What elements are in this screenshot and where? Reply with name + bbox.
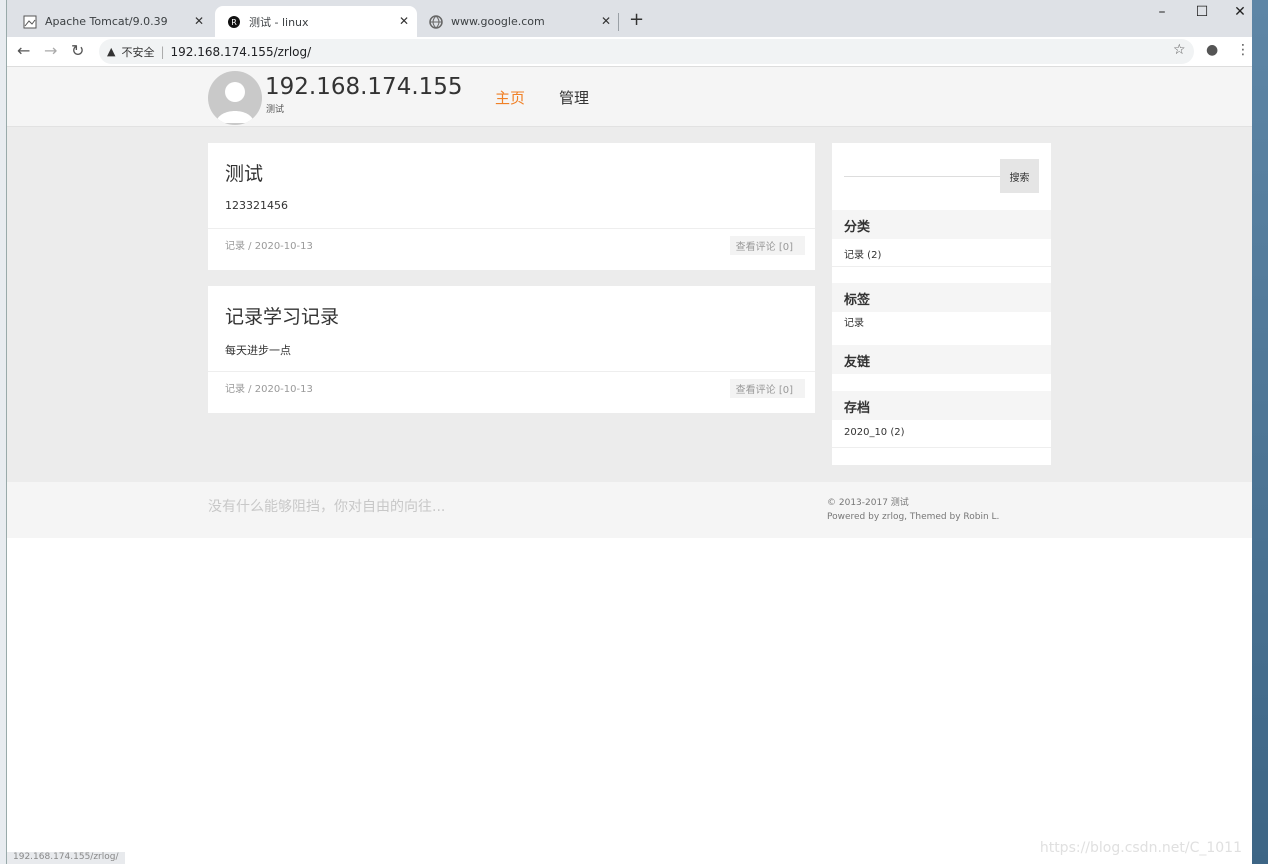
image-icon	[23, 15, 37, 28]
tab-active[interactable]: R 测试 - linux ✕	[215, 6, 417, 37]
search-button[interactable]: 搜索	[1000, 159, 1039, 193]
close-icon[interactable]: ✕	[194, 14, 204, 28]
background-window-edge	[0, 0, 7, 864]
post-footer: 记录 / 2020-10-13 查看评论 [0]	[208, 371, 815, 413]
menu-kebab-icon[interactable]: ⋮	[1236, 42, 1250, 58]
close-icon[interactable]: ✕	[399, 14, 409, 28]
desktop-background	[1252, 0, 1268, 864]
browser-window: Apache Tomcat/9.0.39 ✕ R 测试 - linux ✕ ww…	[7, 0, 1252, 864]
window-close-icon[interactable]: ✕	[1220, 4, 1252, 20]
powered-by-text[interactable]: Powered by zrlog, Themed by Robin L.	[827, 510, 999, 524]
bookmark-star-icon[interactable]: ☆	[1173, 42, 1186, 58]
reload-icon[interactable]: ↻	[71, 41, 84, 60]
tags-heading: 标签	[832, 283, 1051, 312]
globe-icon	[429, 14, 443, 29]
new-tab-icon[interactable]: +	[629, 9, 644, 30]
post-excerpt: 123321456	[225, 199, 288, 212]
site-footer: 没有什么能够阻挡，你对自由的向往... © 2013-2017 测试 Power…	[7, 482, 1252, 538]
back-icon[interactable]: ←	[17, 41, 30, 60]
web-page: 192.168.174.155 测试 主页 管理 测试 123321456 记录…	[7, 67, 1252, 864]
site-subtitle: 测试	[266, 105, 285, 115]
divider	[832, 266, 1051, 267]
search-input[interactable]	[844, 176, 1000, 177]
links-heading: 友链	[832, 345, 1051, 374]
tab-title: www.google.com	[451, 15, 545, 28]
category-item[interactable]: 记录 (2)	[844, 246, 881, 261]
post-card: 测试 123321456 记录 / 2020-10-13 查看评论 [0]	[208, 143, 815, 270]
post-card: 记录学习记录 每天进步一点 记录 / 2020-10-13 查看评论 [0]	[208, 286, 815, 413]
security-label: 不安全	[121, 45, 155, 59]
tab-title: Apache Tomcat/9.0.39	[45, 15, 168, 28]
forward-icon[interactable]: →	[44, 41, 57, 60]
tab-title: 测试 - linux	[249, 15, 309, 29]
address-divider: |	[160, 44, 165, 59]
address-bar[interactable]: ▲ 不安全 | 192.168.174.155/zrlog/	[99, 39, 1194, 64]
categories-heading: 分类	[832, 210, 1051, 239]
svg-text:R: R	[231, 18, 237, 27]
post-meta[interactable]: 记录 / 2020-10-13	[225, 380, 313, 395]
post-meta[interactable]: 记录 / 2020-10-13	[225, 237, 313, 252]
maximize-icon[interactable]: ☐	[1182, 4, 1222, 20]
nav-admin-link[interactable]: 管理	[559, 87, 589, 108]
view-comments-link[interactable]: 查看评论 [0]	[729, 236, 805, 255]
tab-bar: Apache Tomcat/9.0.39 ✕ R 测试 - linux ✕ ww…	[7, 0, 1252, 37]
site-favicon-icon: R	[228, 15, 240, 28]
url-text: 192.168.174.155/zrlog/	[170, 44, 312, 59]
warning-icon: ▲	[107, 45, 116, 58]
tab-tomcat[interactable]: Apache Tomcat/9.0.39 ✕	[7, 6, 212, 37]
copyright-text: © 2013-2017 测试	[827, 498, 909, 508]
post-title[interactable]: 测试	[225, 159, 263, 186]
view-comments-link[interactable]: 查看评论 [0]	[729, 379, 805, 398]
tag-item[interactable]: 记录	[844, 314, 864, 329]
site-header: 192.168.174.155 测试 主页 管理	[7, 67, 1252, 127]
profile-icon[interactable]: ●	[1206, 42, 1218, 58]
footer-copyright: © 2013-2017 测试 Powered by zrlog, Themed …	[827, 496, 999, 524]
main-content: 测试 123321456 记录 / 2020-10-13 查看评论 [0] 记录…	[7, 127, 1252, 482]
minimize-icon[interactable]: –	[1142, 4, 1182, 20]
avatar[interactable]	[208, 71, 262, 125]
divider	[832, 447, 1051, 448]
archive-heading: 存档	[832, 391, 1051, 420]
status-bar-url: 192.168.174.155/zrlog/	[7, 852, 125, 864]
close-icon[interactable]: ✕	[601, 14, 611, 28]
site-title[interactable]: 192.168.174.155	[265, 74, 463, 100]
browser-toolbar: ← → ↻ ▲ 不安全 | 192.168.174.155/zrlog/ ☆ ●…	[7, 37, 1252, 67]
nav-home-link[interactable]: 主页	[495, 87, 525, 108]
user-silhouette-icon	[216, 82, 254, 123]
tab-divider	[618, 13, 619, 31]
footer-slogan: 没有什么能够阻挡，你对自由的向往...	[208, 499, 446, 515]
sidebar: 搜索 分类 记录 (2) 标签 记录 友链 存档 2020_10 (2)	[832, 143, 1051, 465]
post-excerpt: 每天进步一点	[225, 344, 291, 357]
watermark: https://blog.csdn.net/C_1011	[1039, 840, 1242, 856]
post-title[interactable]: 记录学习记录	[225, 302, 339, 329]
tab-google[interactable]: www.google.com ✕	[417, 6, 619, 37]
post-footer: 记录 / 2020-10-13 查看评论 [0]	[208, 228, 815, 270]
archive-item[interactable]: 2020_10 (2)	[844, 427, 905, 438]
